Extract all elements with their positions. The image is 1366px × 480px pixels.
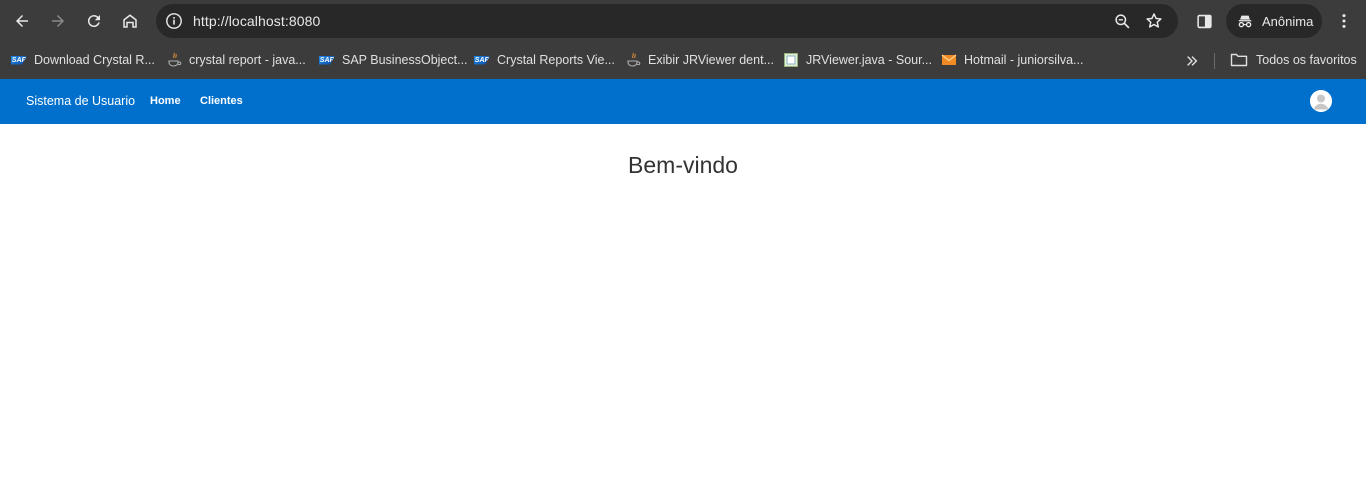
bookmark-item[interactable]: Hotmail - juniorsilva... — [941, 50, 1083, 70]
mail-icon — [941, 52, 957, 68]
brand-link[interactable]: Sistema de Usuario — [26, 94, 135, 108]
bookmarks-divider — [1214, 53, 1215, 69]
java-icon — [166, 52, 182, 68]
folder-icon — [1230, 53, 1248, 67]
bookmark-label: SAP BusinessObject... — [342, 53, 468, 67]
bookmark-item[interactable]: SAP Download Crystal R... — [11, 50, 155, 70]
bookmark-item[interactable]: SAP Crystal Reports Vie... — [474, 50, 615, 70]
bookmark-item[interactable]: SAP SAP BusinessObject... — [319, 50, 468, 70]
bookmark-label: Hotmail - juniorsilva... — [964, 53, 1084, 67]
avatar[interactable] — [1310, 90, 1332, 112]
browser-toolbar: http://localhost:8080 Anônima — [0, 0, 1366, 42]
sap-icon: SAP — [11, 55, 27, 65]
incognito-label: Anônima — [1262, 14, 1314, 29]
all-bookmarks-label: Todos os favoritos — [1256, 53, 1357, 67]
bookmarks-bar: SAP Download Crystal R... crystal report… — [0, 42, 1366, 79]
page-title: Bem-vindo — [628, 152, 738, 178]
java-icon — [625, 52, 641, 68]
incognito-profile-button[interactable]: Anônima — [1226, 4, 1322, 38]
nav-link-clientes[interactable]: Clientes — [200, 95, 243, 107]
nav-link-home[interactable]: Home — [150, 95, 181, 107]
app-navbar: Sistema de Usuario Home Clientes — [0, 79, 1366, 124]
all-bookmarks-button[interactable]: Todos os favoritos — [1230, 50, 1357, 70]
info-icon[interactable] — [164, 11, 184, 31]
back-arrow-icon[interactable] — [8, 7, 36, 35]
incognito-icon — [1236, 12, 1254, 30]
sap-icon: SAP — [319, 55, 335, 65]
forward-arrow-icon[interactable] — [44, 7, 72, 35]
bookmark-item[interactable]: Exibir JRViewer dent... — [625, 50, 774, 70]
url-text[interactable]: http://localhost:8080 — [193, 13, 320, 29]
side-panel-icon[interactable] — [1194, 11, 1214, 31]
bookmark-label: crystal report - java... — [189, 53, 306, 67]
bookmark-label: JRViewer.java - Sour... — [806, 53, 932, 67]
star-icon[interactable] — [1144, 11, 1164, 31]
sap-icon: SAP — [474, 55, 490, 65]
reload-icon[interactable] — [80, 7, 108, 35]
bookmark-item[interactable]: crystal report - java... — [166, 50, 306, 70]
bookmark-label: Crystal Reports Vie... — [497, 53, 615, 67]
bookmark-label: Exibir JRViewer dent... — [648, 53, 774, 67]
bookmark-item[interactable]: JRViewer.java - Sour... — [783, 50, 932, 70]
bookmark-label: Download Crystal R... — [34, 53, 155, 67]
zoom-icon[interactable] — [1112, 11, 1132, 31]
address-bar[interactable]: http://localhost:8080 — [156, 4, 1178, 38]
kebab-menu-icon[interactable] — [1334, 11, 1354, 31]
chevron-double-right-icon[interactable] — [1182, 52, 1202, 70]
document-icon — [783, 52, 799, 68]
home-icon[interactable] — [116, 7, 144, 35]
